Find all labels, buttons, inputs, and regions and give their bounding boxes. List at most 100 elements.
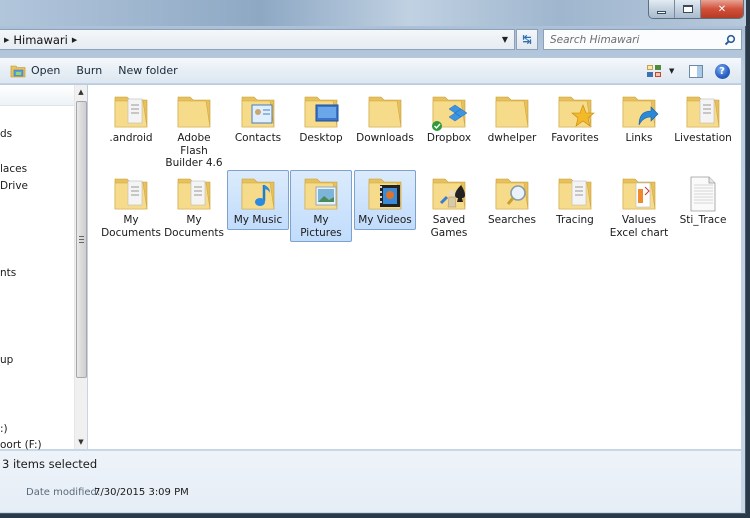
file-item[interactable]: Desktop	[290, 88, 352, 148]
close-icon: ✕	[717, 3, 727, 15]
file-item-label: Livestation	[674, 132, 732, 144]
view-options-dropdown[interactable]: ▼	[669, 67, 681, 75]
file-item-label: .android	[109, 132, 153, 144]
open-button[interactable]: Open	[2, 60, 68, 82]
file-item-label: My Pictures	[300, 214, 342, 239]
breadcrumb-chevron-icon[interactable]: ▶	[68, 36, 81, 44]
folder-desktop-icon	[304, 96, 339, 128]
file-item[interactable]: My Documents	[163, 170, 225, 242]
nav-item-skydrive[interactable]: Drive	[0, 180, 28, 192]
address-bar[interactable]: ▶ Himawari ▶ ▼	[0, 29, 515, 50]
file-item-label: Tracing	[556, 214, 594, 226]
file-item[interactable]: Searches	[481, 170, 543, 230]
file-item-label: Contacts	[234, 132, 282, 144]
file-item-label: Searches	[487, 214, 536, 226]
refresh-icon: ↹	[522, 33, 532, 46]
help-button[interactable]: ?	[711, 60, 733, 82]
file-item[interactable]: Adobe Flash Builder 4.6	[163, 88, 225, 173]
views-icon	[647, 65, 661, 77]
title-bar[interactable]: ✕	[0, 0, 746, 26]
help-icon: ?	[714, 63, 730, 79]
preview-pane-button[interactable]	[685, 60, 707, 82]
grip-icon	[79, 236, 84, 243]
scroll-down-arrow-icon[interactable]: ▼	[75, 435, 87, 449]
file-item[interactable]: Dropbox	[418, 88, 480, 148]
selection-count: 3 items selected	[2, 457, 98, 471]
nav-item-documents[interactable]: nts	[0, 267, 16, 279]
file-item[interactable]: My Music	[227, 170, 289, 230]
refresh-button[interactable]: ↹	[516, 29, 538, 50]
file-item[interactable]: Tracing	[544, 170, 606, 230]
folder-searches-icon	[495, 178, 529, 210]
file-item[interactable]: Links	[608, 88, 670, 148]
folder-documents-icon	[177, 178, 211, 210]
file-item[interactable]: Contacts	[227, 88, 289, 148]
breadcrumb-chevron-icon[interactable]: ▶	[0, 36, 13, 44]
date-modified-value: 7/30/2015 3:09 PM	[94, 487, 189, 498]
date-modified-label: Date modified:	[26, 487, 101, 498]
address-history-dropdown[interactable]: ▼	[496, 30, 514, 49]
file-item-label: Links	[625, 132, 653, 144]
file-item[interactable]: Favorites	[544, 88, 606, 148]
minimize-icon	[657, 10, 666, 14]
preview-pane-icon	[689, 64, 703, 78]
folder-dropbox-icon	[432, 96, 468, 131]
file-item-label: Values Excel chart	[609, 214, 669, 239]
folder-documents-icon	[114, 96, 148, 128]
nav-item-downloads[interactable]: ds	[0, 128, 12, 140]
folder-documents-icon	[686, 96, 720, 128]
file-item[interactable]: Livestation	[672, 88, 734, 148]
file-item-label: Sti_Trace	[679, 214, 727, 226]
folder-icon	[495, 96, 529, 128]
file-item[interactable]: My Videos	[354, 170, 416, 230]
command-bar: Open Burn New folder ▼ ?	[0, 57, 741, 84]
caption-buttons: ✕	[648, 0, 744, 19]
folder-icon	[368, 96, 402, 128]
file-item-label: Favorites	[551, 132, 599, 144]
navigation-pane-header	[0, 85, 74, 106]
maximize-button[interactable]	[675, 0, 701, 18]
folder-excel-icon	[622, 178, 656, 210]
file-item[interactable]: My Documents	[100, 170, 162, 242]
file-item-label: My Documents	[101, 214, 161, 239]
folder-games-icon	[432, 178, 466, 210]
scrollbar-thumb[interactable]	[76, 101, 87, 378]
file-item[interactable]: Values Excel chart	[608, 170, 670, 242]
details-pane: 3 items selected Date modified: 7/30/201…	[0, 450, 741, 512]
open-folder-icon	[10, 65, 26, 77]
nav-item-homegroup[interactable]: up	[0, 354, 13, 366]
folder-documents-icon	[558, 178, 592, 210]
maximize-icon	[682, 5, 693, 13]
close-button[interactable]: ✕	[701, 0, 743, 18]
file-item[interactable]: Sti_Trace	[672, 170, 734, 230]
file-item[interactable]: .android	[100, 88, 162, 148]
file-item-label: Downloads	[356, 132, 414, 144]
nav-item-drive[interactable]: :)	[0, 423, 8, 435]
new-folder-button[interactable]: New folder	[110, 60, 185, 82]
file-item[interactable]: dwhelper	[481, 88, 543, 148]
file-item[interactable]: Downloads	[354, 88, 416, 148]
burn-button[interactable]: Burn	[68, 60, 110, 82]
address-row: ▶ Himawari ▶ ▼ ↹	[0, 29, 746, 51]
search-box[interactable]	[543, 29, 742, 50]
explorer-window: ✕ ▶ Himawari ▶ ▼ ↹ Open Burn	[0, 0, 746, 514]
file-item-label: My Documents	[164, 214, 224, 239]
file-item[interactable]: My Pictures	[290, 170, 352, 242]
folder-contacts-icon	[241, 96, 275, 128]
folder-documents-icon	[114, 178, 148, 210]
search-input[interactable]	[550, 33, 720, 46]
file-item[interactable]: Saved Games	[418, 170, 480, 242]
folder-icon	[177, 96, 211, 128]
file-list: .android Adobe Flash Builder 4.6 Contacts D…	[88, 85, 741, 449]
change-view-button[interactable]	[643, 60, 665, 82]
nav-item-recent-places[interactable]: laces	[0, 163, 27, 175]
scroll-up-arrow-icon[interactable]: ▲	[75, 85, 87, 99]
minimize-button[interactable]	[649, 0, 675, 18]
navigation-scrollbar[interactable]: ▲ ▼	[74, 85, 87, 449]
breadcrumb-himawari[interactable]: Himawari	[13, 33, 67, 47]
file-item-label: dwhelper	[487, 132, 537, 144]
file-item-label: Adobe Flash Builder 4.6	[165, 132, 223, 169]
search-icon[interactable]	[724, 34, 736, 46]
folder-videos-icon	[368, 178, 402, 210]
file-item-label: My Music	[233, 214, 283, 226]
